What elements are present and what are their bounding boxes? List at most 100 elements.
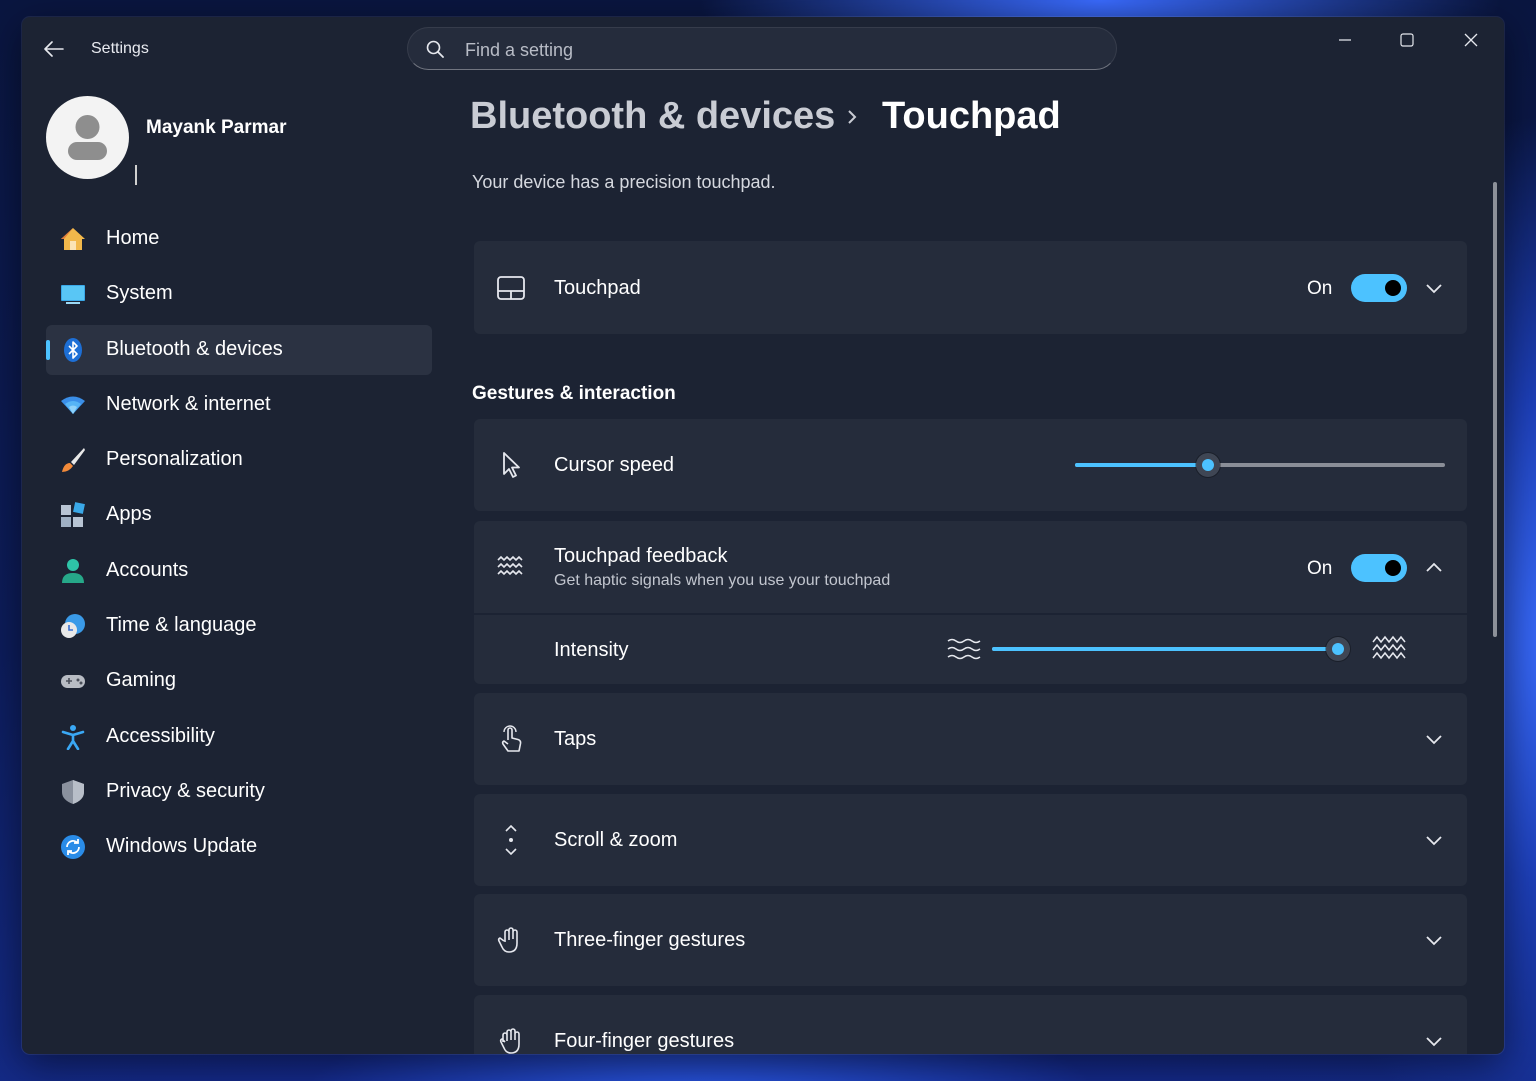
toggle-knob [1385,280,1401,296]
app-title: Settings [91,40,149,57]
intensity-slider[interactable] [992,637,1350,661]
user-icon [68,115,107,160]
four-finger-icon [499,1028,520,1054]
vertical-scrollbar[interactable] [1493,182,1497,637]
touchpad-feedback-label: Touchpad feedback [554,545,728,567]
text-caret [135,165,137,185]
cursor-speed-card: Cursor speed [474,419,1467,511]
back-button[interactable] [40,37,68,61]
sidebar-item-accessibility[interactable]: Accessibility [46,712,432,762]
sidebar-item-privacy-security[interactable]: Privacy & security [46,767,432,817]
sidebar-item-system[interactable]: System [46,269,432,319]
slider-fill [1075,463,1209,467]
low-intensity-icon [947,638,981,660]
sidebar-item-apps[interactable]: Apps [46,490,432,540]
chevron-up-icon[interactable] [1423,557,1445,579]
cursor-speed-label: Cursor speed [554,454,675,476]
scroll-zoom-label: Scroll & zoom [554,829,678,851]
sidebar-item-label: Gaming [106,669,177,692]
sidebar-item-windows-update[interactable]: Windows Update [46,822,432,872]
four-finger-label: Four-finger gestures [554,1030,735,1052]
sidebar-item-label: Privacy & security [106,779,265,802]
time-language-icon [61,614,85,639]
search-icon [426,40,444,58]
accounts-icon [62,558,84,583]
sidebar-item-label: Accounts [106,558,189,581]
monitor-icon [61,285,85,305]
brush-icon [62,448,85,473]
page-title: Touchpad [882,95,1061,137]
sidebar-item-label: Time & language [106,614,257,637]
touchpad-feedback-state: On [1307,558,1333,579]
chevron-down-icon[interactable] [1423,728,1445,750]
selection-indicator [46,339,50,360]
sidebar-item-label: Home [106,227,160,249]
scroll-icon [505,825,517,855]
sidebar-item-home[interactable]: Home [46,214,432,264]
cursor-icon [503,452,520,478]
section-title: Gestures & interaction [472,383,676,404]
sidebar-item-gaming[interactable]: Gaming [46,656,432,706]
sidebar-item-network[interactable]: Network & internet [46,380,432,430]
sidebar-item-label: Bluetooth & devices [106,337,283,360]
maximize-icon [1400,33,1414,47]
maximize-button[interactable] [1384,25,1430,55]
page-description: Your device has a precision touchpad. [472,172,776,192]
close-button[interactable] [1448,25,1494,55]
sidebar-item-personalization[interactable]: Personalization [46,435,432,485]
user-name: Mayank Parmar [146,117,287,138]
slider-thumb[interactable] [1326,637,1350,661]
minimize-button[interactable] [1322,25,1368,55]
search-input[interactable] [463,36,1087,64]
search-box[interactable] [407,27,1117,70]
taps-label: Taps [554,728,597,750]
taps-card[interactable]: Taps [474,693,1467,785]
chevron-down-icon[interactable] [1423,277,1445,299]
bluetooth-icon [64,337,82,362]
touchpad-toggle[interactable] [1351,274,1407,302]
three-finger-card[interactable]: Three-finger gestures [474,894,1467,986]
sidebar-item-label: Accessibility [106,724,215,747]
back-arrow-icon [44,41,64,57]
three-finger-icon [497,927,518,953]
sidebar-item-accounts[interactable]: Accounts [46,546,432,596]
slider-fill [992,647,1338,651]
slider-thumb[interactable] [1196,453,1221,477]
intensity-row: Intensity [474,615,1467,684]
touchpad-card[interactable]: Touchpad On [474,241,1467,334]
cursor-speed-slider[interactable] [1075,453,1445,477]
sidebar-item-label: Network & internet [106,392,271,415]
touchpad-state: On [1307,278,1333,299]
chevron-right-icon [848,110,857,124]
sidebar-item-bluetooth-devices[interactable]: Bluetooth & devices [46,324,432,375]
gamepad-icon [61,675,85,689]
sidebar-item-label: Windows Update [106,835,258,858]
touchpad-feedback-toggle[interactable] [1351,554,1407,582]
refresh-icon [61,835,85,860]
settings-window: Settings Mayank Parmar Home System Bluet… [22,17,1504,1054]
touchpad-feedback-card[interactable]: Touchpad feedback Get haptic signals whe… [474,521,1467,613]
sidebar-item-time-language[interactable]: Time & language [46,601,432,651]
chevron-down-icon[interactable] [1423,1030,1445,1052]
chevron-down-icon[interactable] [1423,829,1445,851]
home-icon [61,228,85,250]
close-icon [1464,33,1478,47]
breadcrumb-parent[interactable]: Bluetooth & devices [470,95,835,138]
avatar[interactable] [46,96,129,179]
four-finger-card[interactable]: Four-finger gestures [474,995,1467,1054]
scroll-zoom-card[interactable]: Scroll & zoom [474,794,1467,886]
apps-icon [61,502,85,528]
shield-icon [62,779,84,804]
touchpad-icon [497,276,525,300]
minimize-icon [1339,39,1351,41]
toggle-knob [1385,560,1401,576]
sidebar-nav: Home System Bluetooth & devices Network … [46,214,432,878]
chevron-down-icon[interactable] [1423,929,1445,951]
haptic-waves-icon [497,555,523,576]
sidebar-item-label: Personalization [106,448,243,471]
touchpad-feedback-sublabel: Get haptic signals when you use your tou… [554,572,891,589]
touchpad-label: Touchpad [554,277,641,299]
tap-icon [501,725,522,752]
three-finger-label: Three-finger gestures [554,929,746,951]
high-intensity-icon [1372,635,1406,660]
